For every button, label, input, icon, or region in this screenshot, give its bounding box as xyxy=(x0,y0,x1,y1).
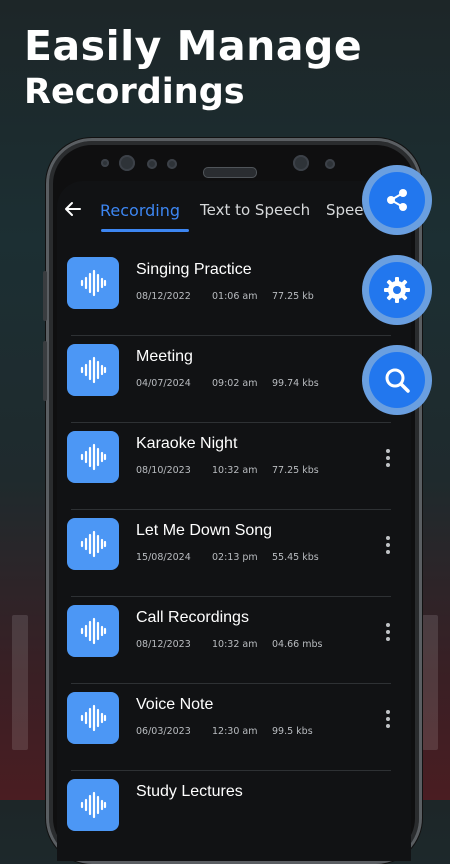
recording-title: Karaoke Night xyxy=(136,435,238,452)
recording-icon-tile xyxy=(67,431,119,483)
tab-bar: Recording Text to Speech Speech xyxy=(57,199,411,239)
recording-size: 04.66 mbs xyxy=(272,639,323,650)
more-options-icon[interactable] xyxy=(383,449,393,471)
phone-frame: Recording Text to Speech Speech Singing … xyxy=(43,138,422,864)
headline: Easily Manage Recordings xyxy=(24,22,362,114)
recording-date: 08/12/2022 xyxy=(136,291,191,302)
recording-item[interactable]: Call Recordings 08/12/2023 10:32 am 04.66 m… xyxy=(57,597,411,684)
recording-time: 02:13 pm xyxy=(212,552,258,563)
recording-item[interactable]: Study Lectures xyxy=(57,771,411,858)
recording-time: 01:06 am xyxy=(212,291,258,302)
phone-speaker xyxy=(203,167,257,178)
recording-icon-tile xyxy=(67,605,119,657)
headline-line-2: Recordings xyxy=(24,72,245,112)
recordings-list: Singing Practice 08/12/2022 01:06 am 77.25 … xyxy=(57,249,411,858)
recording-size: 55.45 kbs xyxy=(272,552,319,563)
more-options-icon[interactable] xyxy=(383,710,393,732)
recording-icon-tile xyxy=(67,779,119,831)
recording-time: 09:02 am xyxy=(212,378,258,389)
decorative-bar-right xyxy=(422,615,438,750)
recording-time: 12:30 am xyxy=(212,726,258,737)
tab-text-to-speech[interactable]: Text to Speech xyxy=(200,201,310,219)
recording-title: Call Recordings xyxy=(136,609,249,626)
recording-title: Singing Practice xyxy=(136,261,252,278)
recording-icon-tile xyxy=(67,344,119,396)
tab-recording[interactable]: Recording xyxy=(100,201,180,220)
recording-time: 10:32 am xyxy=(212,639,258,650)
recording-size: 77.25 kb xyxy=(272,291,314,302)
recording-date: 04/07/2024 xyxy=(136,378,191,389)
recording-date: 08/12/2023 xyxy=(136,639,191,650)
sensor-dot xyxy=(101,159,109,167)
phone-side-button xyxy=(43,271,47,321)
recording-title: Study Lectures xyxy=(136,783,243,800)
recording-item[interactable]: Let Me Down Song 15/08/2024 02:13 pm 55.45 … xyxy=(57,510,411,597)
sensor-dot xyxy=(167,159,177,169)
more-options-icon[interactable] xyxy=(383,623,393,645)
waveform-icon xyxy=(80,617,107,645)
recording-date: 06/03/2023 xyxy=(136,726,191,737)
recording-title: Let Me Down Song xyxy=(136,522,273,539)
recording-title: Voice Note xyxy=(136,696,214,713)
recording-size: 99.5 kbs xyxy=(272,726,313,737)
waveform-icon xyxy=(80,269,107,297)
recording-icon-tile xyxy=(67,518,119,570)
recording-item[interactable]: Singing Practice 08/12/2022 01:06 am 77.25 … xyxy=(57,249,411,336)
recording-title: Meeting xyxy=(136,348,193,365)
gear-icon xyxy=(384,277,410,303)
back-arrow-icon[interactable] xyxy=(63,199,87,223)
recording-icon-tile xyxy=(67,692,119,744)
settings-button[interactable] xyxy=(362,255,432,325)
active-tab-indicator xyxy=(101,229,189,232)
waveform-icon xyxy=(80,791,107,819)
share-button[interactable] xyxy=(362,165,432,235)
sensor-dot xyxy=(325,159,335,169)
phone-sensor-bar xyxy=(49,151,419,178)
waveform-icon xyxy=(80,356,107,384)
recording-item[interactable]: Voice Note 06/03/2023 12:30 am 99.5 kbs xyxy=(57,684,411,771)
recording-item[interactable]: Karaoke Night 08/10/2023 10:32 am 77.25 kbs xyxy=(57,423,411,510)
recording-icon-tile xyxy=(67,257,119,309)
phone-side-button xyxy=(43,341,47,401)
recording-date: 15/08/2024 xyxy=(136,552,191,563)
sensor-dot xyxy=(147,159,157,169)
camera-lens xyxy=(293,155,309,171)
more-options-icon[interactable] xyxy=(383,536,393,558)
camera-lens xyxy=(119,155,135,171)
decorative-bar-left xyxy=(12,615,28,750)
waveform-icon xyxy=(80,704,107,732)
share-icon xyxy=(387,189,407,211)
headline-line-1: Easily Manage xyxy=(24,22,363,70)
app-screen: Recording Text to Speech Speech Singing … xyxy=(57,181,411,861)
waveform-icon xyxy=(80,530,107,558)
recording-size: 99.74 kbs xyxy=(272,378,319,389)
recording-time: 10:32 am xyxy=(212,465,258,476)
waveform-icon xyxy=(80,443,107,471)
search-icon xyxy=(385,368,410,393)
search-button[interactable] xyxy=(362,345,432,415)
recording-size: 77.25 kbs xyxy=(272,465,319,476)
recording-item[interactable]: Meeting 04/07/2024 09:02 am 99.74 kbs xyxy=(57,336,411,423)
recording-date: 08/10/2023 xyxy=(136,465,191,476)
